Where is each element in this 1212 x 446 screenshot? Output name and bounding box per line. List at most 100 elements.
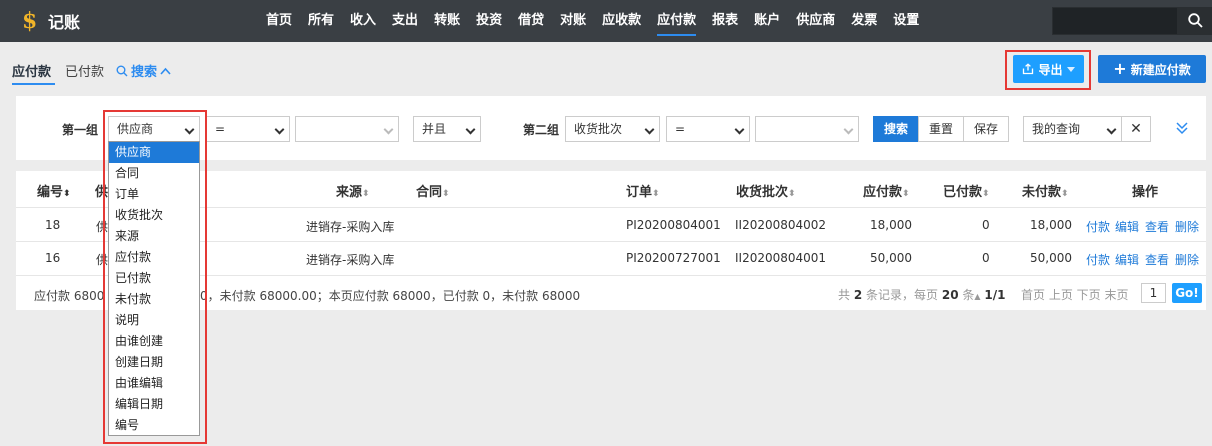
summary-text-left: 应付款 6800 [34,289,105,303]
edit-link[interactable]: 编辑 [1115,251,1139,268]
sort-icon: ⬍ [63,189,71,199]
dropdown-option[interactable]: 应付款 [109,247,199,268]
dropdown-option[interactable]: 供应商 [109,142,199,163]
header-id[interactable]: 编号⬍ [37,181,71,200]
chevron-down-icon [274,124,285,135]
export-label: 导出 [1038,62,1063,77]
reset-button[interactable]: 重置 [918,116,965,142]
dropdown-option[interactable]: 编号 [109,415,199,436]
my-query-select[interactable]: 我的查询 [1023,116,1122,142]
expand-double-chevron-icon[interactable] [1176,121,1188,135]
nav-item-5[interactable]: 投资 [468,0,510,42]
nav-item-11[interactable]: 账户 [746,0,788,42]
sort-icon: ⬍ [982,189,990,199]
cell-id: 18 [45,218,61,232]
dropdown-option[interactable]: 订单 [109,184,199,205]
header-source[interactable]: 来源⬍ [336,181,370,200]
dollar-logo-icon: $ [22,8,38,34]
pay-link[interactable]: 付款 [1086,218,1110,235]
header-payable[interactable]: 应付款⬍ [863,181,910,200]
group1-operator-select[interactable]: = [206,116,290,142]
delete-link[interactable]: 删除 [1175,251,1199,268]
cell-batch: II20200804001 [735,251,827,265]
chevron-down-icon [644,124,655,135]
header-supplier[interactable]: 供 [95,181,108,200]
chevron-down-icon [465,124,476,135]
nav-item-3[interactable]: 支出 [384,0,426,42]
pager-links[interactable]: 首页 上页 下页 末页 [1021,286,1128,303]
nav-item-9[interactable]: 应付款 [649,0,704,42]
chevron-down-icon [184,124,195,135]
connector-select[interactable]: 并且 [413,116,481,142]
cell-payable: 50,000 [870,251,912,265]
export-button[interactable]: 导出 [1013,55,1084,83]
sort-icon: ⬍ [788,189,796,199]
chevron-down-icon [843,124,854,135]
save-query-button[interactable]: 保存 [963,116,1010,142]
nav-item-0[interactable]: 首页 [258,0,300,42]
dropdown-option[interactable]: 创建日期 [109,352,199,373]
new-payable-button[interactable]: + 新建应付款 [1098,55,1206,83]
cell-order: PI20200727001 [626,251,721,265]
nav-item-14[interactable]: 设置 [885,0,927,42]
group1-label: 第一组 [62,123,99,137]
go-button[interactable]: Go! [1172,283,1202,303]
group1-value-select[interactable] [295,116,399,142]
group1-operator-value: = [215,122,226,136]
global-search-input[interactable] [1052,7,1178,35]
dropdown-option[interactable]: 已付款 [109,268,199,289]
header-batch[interactable]: 收货批次⬍ [736,181,796,200]
header-order[interactable]: 订单⬍ [626,181,660,200]
nav-item-8[interactable]: 应收款 [594,0,649,42]
nav-item-12[interactable]: 供应商 [788,0,843,42]
nav-item-6[interactable]: 借贷 [510,0,552,42]
chevron-down-icon [734,124,745,135]
tab-payable[interactable]: 应付款 [12,61,51,80]
pay-link[interactable]: 付款 [1086,251,1110,268]
group2-field-select[interactable]: 收货批次 [565,116,660,142]
nav-item-13[interactable]: 发票 [843,0,885,42]
nav-item-7[interactable]: 对账 [552,0,594,42]
search-icon [116,65,128,76]
chevron-down-icon [383,124,394,135]
cell-batch: II20200804002 [735,218,827,232]
chevron-up-icon [160,67,171,75]
dropdown-option[interactable]: 收货批次 [109,205,199,226]
group1-field-select[interactable]: 供应商 [108,116,200,142]
header-contract[interactable]: 合同⬍ [416,181,450,200]
dropdown-option[interactable]: 来源 [109,226,199,247]
view-link[interactable]: 查看 [1145,251,1169,268]
cell-unpaid: 50,000 [1030,251,1072,265]
nav-item-1[interactable]: 所有 [300,0,342,42]
plus-icon: + [1113,59,1127,78]
dropdown-option[interactable]: 由谁创建 [109,331,199,352]
cell-supplier: 供 [96,220,109,234]
dropdown-option[interactable]: 说明 [109,310,199,331]
cell-paid: 0 [982,218,990,232]
dropdown-option[interactable]: 未付款 [109,289,199,310]
clear-query-button[interactable]: ✕ [1121,116,1151,142]
nav-item-4[interactable]: 转账 [426,0,468,42]
header-paid[interactable]: 已付款⬍ [943,181,990,200]
edit-link[interactable]: 编辑 [1115,218,1139,235]
search-toggle[interactable]: 搜索 [116,61,171,80]
group2-operator-select[interactable]: = [666,116,750,142]
nav-item-10[interactable]: 报表 [704,0,746,42]
summary-text-right: 0，未付款 68000.00；本页应付款 68000，已付款 0，未付款 680… [200,289,581,303]
group2-value-select[interactable] [755,116,859,142]
logo[interactable]: $ 记账 [22,9,80,33]
dropdown-option[interactable]: 由谁编辑 [109,373,199,394]
page-number-input[interactable]: 1 [1141,283,1166,303]
nav-item-2[interactable]: 收入 [342,0,384,42]
search-icon [1188,13,1203,28]
dropdown-option[interactable]: 编辑日期 [109,394,199,415]
sort-icon: ⬍ [362,189,370,199]
tab-paid[interactable]: 已付款 [65,61,104,80]
header-unpaid[interactable]: 未付款⬍ [1022,181,1069,200]
delete-link[interactable]: 删除 [1175,218,1199,235]
group2-label: 第二组 [523,123,560,137]
dropdown-option[interactable]: 合同 [109,163,199,184]
global-search-button[interactable] [1178,7,1212,35]
view-link[interactable]: 查看 [1145,218,1169,235]
search-button[interactable]: 搜索 [873,116,920,142]
